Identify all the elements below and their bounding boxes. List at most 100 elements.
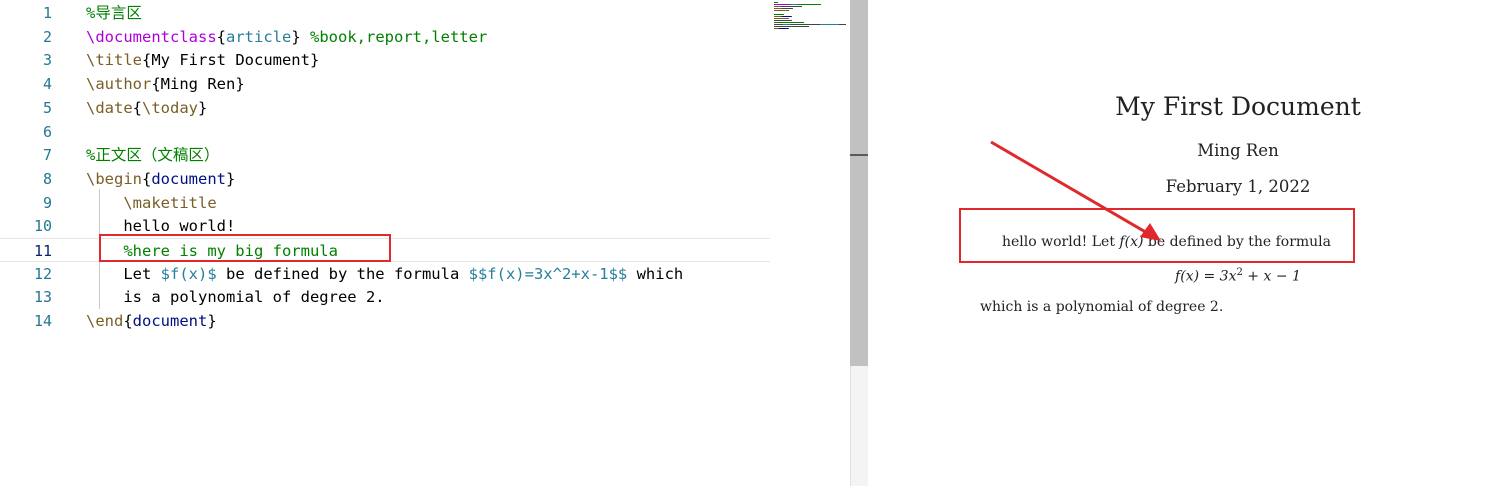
code-line-7[interactable]: 7 %正文区（文稿区） [0,143,770,167]
token-env: document [151,169,226,188]
minimap-stroke [783,24,790,25]
line-number: 2 [42,27,52,46]
line-number: 6 [42,122,52,141]
code-editor[interactable]: 1 %导言区 2 \documentclass{article} %book,repo… [0,0,850,486]
minimap-stroke [790,24,820,25]
minimap-stroke [774,2,778,3]
minimap-stroke [779,28,788,29]
document-paragraph-2: which is a polynomial of degree 2. [980,299,1224,315]
line-number: 13 [33,288,52,307]
code-line-1[interactable]: 1 %导言区 [0,1,770,25]
document-author: Ming Ren [1197,141,1279,160]
token-brace: { [123,312,133,331]
token-brace: } [226,169,236,188]
code-line-13[interactable]: 13 is a polynomial of degree 2. [0,285,770,309]
line-code[interactable]: is a polynomial of degree 2. [86,285,385,309]
code-line-12[interactable]: 12 Let $f(x)$ be defined by the formula … [0,262,770,286]
line-code[interactable]: \title{My First Document} [86,48,319,72]
highlight-box-comment [99,234,391,262]
line-code[interactable]: \end{document} [86,309,217,333]
minimap-stroke [774,4,789,5]
minimap[interactable] [772,0,850,40]
minimap-stroke [774,18,789,19]
token-text: which [627,264,684,283]
line-code[interactable]: \date{\today} [86,96,207,120]
minimap-stroke [774,26,809,27]
scrollbar-cursor-marker [850,154,868,156]
line-code[interactable]: %导言区 [86,1,142,25]
token-text: be defined by the formula [216,264,469,283]
minimap-stroke [782,8,793,9]
minimap-stroke [790,4,798,5]
formula-rhs: + x − 1 [1242,268,1301,285]
code-line-5[interactable]: 5 \date{\today} [0,96,770,120]
token-brace: { [216,27,226,46]
token-cmd: \today [142,98,199,117]
minimap-stroke [788,10,789,11]
code-line-6[interactable]: 6 [0,120,770,144]
minimap-stroke [820,24,839,25]
line-code[interactable]: %正文区（文稿区） [86,143,219,167]
editor-scrollbar-thumb[interactable] [850,0,868,366]
token-cmd: \title [86,51,142,70]
code-line-14[interactable]: 14 \end{document} [0,309,770,333]
minimap-stroke [791,16,792,17]
token-brace: { [132,98,143,117]
minimap-stroke [774,20,792,21]
formula-lhs: f(x) = 3x [1175,268,1237,285]
token-cmd: \author [86,75,152,94]
line-number: 3 [42,51,52,70]
minimap-stroke [782,16,791,17]
line-code[interactable]: \author{Ming Ren} [86,72,245,96]
line-code[interactable]: Let $f(x)$ be defined by the formula $$f… [86,262,683,286]
minimap-stroke [774,6,781,7]
line-number: 9 [42,193,52,212]
line-number: 12 [33,264,52,283]
line-number: 10 [33,217,52,236]
line-number: 1 [42,4,52,22]
token-cmd: \begin [86,169,142,188]
token-text: Let [86,264,161,283]
minimap-stroke [799,4,821,5]
line-number: 5 [42,98,52,117]
line-number: 11 [33,242,52,260]
token-brace: } [207,312,217,331]
code-line-4[interactable]: 4 \author{Ming Ren} [0,72,770,96]
code-line-3[interactable]: 3 \title{My First Document} [0,48,770,72]
code-line-9[interactable]: 9 \maketitle [0,191,770,215]
token-text: hello world! [86,217,236,236]
minimap-stroke [774,22,804,23]
minimap-stroke [774,8,782,9]
code-line-2[interactable]: 2 \documentclass{article} %book,report,le… [0,25,770,49]
token-arg: article [226,27,292,46]
line-number: 7 [42,146,52,165]
line-code[interactable]: \documentclass{article} %book,report,let… [86,25,487,49]
token-cmd: \date [86,98,133,117]
minimap-stroke [774,14,784,15]
token-text: is a polynomial of degree 2. [86,288,385,307]
token-text: {My First Document} [142,51,320,70]
minimap-stroke [774,16,781,17]
token-math: $$f(x)=3x^2+x-1$$ [468,264,628,283]
line-number: 14 [33,312,52,331]
minimap-stroke [781,10,788,11]
line-code[interactable]: \maketitle [86,191,217,215]
display-formula: f(x) = 3x2 + x − 1 [868,267,1502,285]
token-brace: } [291,27,301,46]
highlight-box-output [959,208,1355,263]
minimap-stroke [839,24,846,25]
line-number: 4 [42,75,52,94]
token-cls: \documentclass [86,27,217,46]
minimap-stroke [774,24,783,25]
code-line-8[interactable]: 8 \begin{document} [0,167,770,191]
token-cmd: \maketitle [86,193,217,212]
line-number: 8 [42,169,52,188]
token-comment: %正文区（文稿区） [86,146,220,165]
token-brace: } [198,98,208,117]
token-comment: %导言区 [86,4,142,22]
token-env: document [132,312,208,331]
minimap-stroke [781,6,802,7]
document-date: February 1, 2022 [1165,177,1311,196]
token-math: $f(x)$ [160,264,217,283]
line-code[interactable]: \begin{document} [86,167,235,191]
